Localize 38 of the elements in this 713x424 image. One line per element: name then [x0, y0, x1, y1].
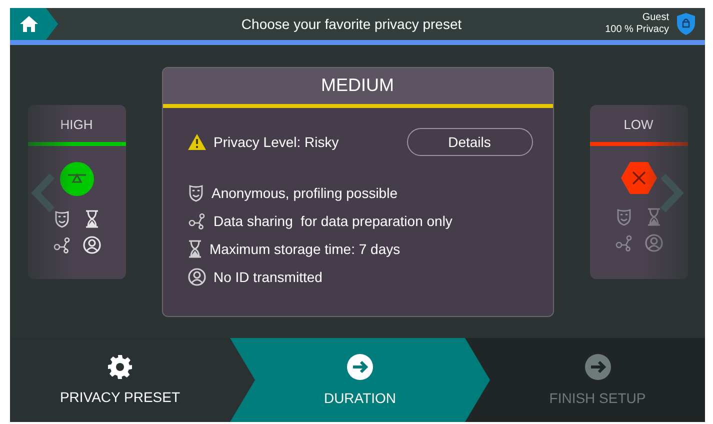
preset-card[interactable]: HIGH: [28, 104, 126, 278]
feature-text: Maximum storage time: 7 days: [210, 240, 400, 256]
preset-title: HIGH: [60, 116, 93, 132]
feature-text: No ID transmitted: [214, 268, 322, 284]
gear-icon: [108, 355, 132, 379]
user-name: Guest: [642, 12, 669, 24]
privacy-status: 100 % Privacy: [605, 24, 669, 36]
details-button[interactable]: Details: [406, 128, 532, 156]
step-tab[interactable]: DURATION: [230, 338, 490, 422]
user-icon: [644, 234, 662, 252]
page-title: Choose your favorite privacy preset: [240, 16, 463, 32]
feature-text: Data sharing for data preparation only: [214, 212, 452, 228]
preset-card[interactable]: LOW: [590, 104, 688, 278]
user-icon: [82, 236, 100, 254]
mask-icon: [54, 210, 70, 228]
share-icon: [188, 212, 206, 230]
cross-badge-icon: [620, 162, 656, 194]
user-icon: [188, 268, 206, 286]
preset-title: MEDIUM: [162, 68, 552, 104]
chevron-left-icon: [30, 173, 56, 213]
hourglass-icon: [188, 240, 202, 258]
share-icon: [52, 236, 70, 254]
arrow-circle-icon: [584, 354, 610, 380]
privacy-level: Privacy Level: Risky: [214, 134, 340, 150]
chevron-right-icon: [659, 173, 685, 213]
feature-text: Anonymous, profiling possible: [212, 184, 398, 200]
share-icon: [614, 234, 632, 252]
hourglass-icon: [646, 208, 660, 226]
home-icon: [20, 16, 38, 32]
shield-lock-icon: [677, 13, 695, 35]
hourglass-icon: [84, 210, 98, 228]
home-button[interactable]: [10, 8, 58, 40]
seesaw-badge-icon: [60, 162, 94, 196]
arrow-circle-icon: [347, 354, 373, 380]
preset-title: LOW: [624, 116, 654, 132]
mask-icon: [188, 184, 204, 202]
mask-icon: [616, 208, 632, 226]
warning-icon: [188, 134, 206, 150]
